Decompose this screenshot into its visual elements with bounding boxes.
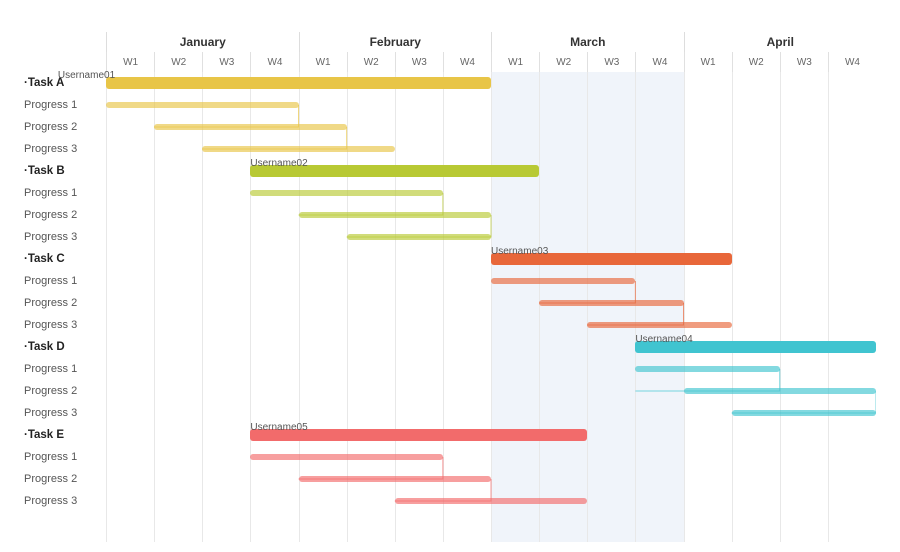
row-label: Progress 2	[24, 204, 106, 226]
gantt-bar	[635, 366, 779, 372]
data-row	[106, 402, 876, 424]
data-row: Username01	[106, 72, 876, 94]
gantt-bar	[250, 454, 443, 460]
row-label: Progress 1	[24, 446, 106, 468]
row-label: Progress 2	[24, 468, 106, 490]
data-row	[106, 138, 876, 160]
week-header: W1	[684, 52, 732, 72]
week-header: W4	[250, 52, 298, 72]
week-header: W1	[491, 52, 539, 72]
gantt-bar	[684, 388, 877, 394]
row-label: Progress 3	[24, 138, 106, 160]
data-row	[106, 292, 876, 314]
data-row	[106, 358, 876, 380]
bar-label: Username05	[250, 422, 307, 433]
data-row	[106, 446, 876, 468]
week-header: W4	[635, 52, 683, 72]
chart-container: ·Task AProgress 1Progress 2Progress 3·Ta…	[24, 32, 876, 542]
data-row: Username04	[106, 336, 876, 358]
row-label: Progress 3	[24, 402, 106, 424]
week-header: W2	[154, 52, 202, 72]
row-labels: ·Task AProgress 1Progress 2Progress 3·Ta…	[24, 32, 106, 542]
header-area: JanuaryFebruaryMarchApril W1W2W3W4W1W2W3…	[106, 32, 876, 72]
gantt-bar	[299, 212, 492, 218]
bar-label: Username01	[58, 70, 115, 81]
bar-label: Username04	[635, 334, 692, 345]
row-label: Progress 1	[24, 358, 106, 380]
row-label: ·Task E	[24, 424, 106, 446]
gantt-bar	[732, 410, 876, 416]
data-row	[106, 94, 876, 116]
data-row	[106, 204, 876, 226]
week-header: W3	[587, 52, 635, 72]
row-label: Progress 2	[24, 292, 106, 314]
row-label: ·Task B	[24, 160, 106, 182]
week-header: W2	[539, 52, 587, 72]
data-row	[106, 270, 876, 292]
month-header: April	[684, 32, 877, 52]
gantt-bar	[154, 124, 347, 130]
data-row	[106, 116, 876, 138]
week-header: W3	[202, 52, 250, 72]
gantt-bar	[299, 476, 492, 482]
gantt-bar	[347, 234, 491, 240]
week-header: W3	[780, 52, 828, 72]
bar-label: Username02	[250, 158, 307, 169]
row-label: ·Task D	[24, 336, 106, 358]
data-row	[106, 182, 876, 204]
gantt-bar	[106, 102, 299, 108]
week-header: W2	[347, 52, 395, 72]
month-header: March	[491, 32, 684, 52]
row-label: Progress 3	[24, 314, 106, 336]
gantt-bar	[395, 498, 588, 504]
month-header: January	[106, 32, 299, 52]
data-row	[106, 314, 876, 336]
data-row	[106, 468, 876, 490]
gantt-bar	[106, 77, 491, 89]
week-header: W1	[299, 52, 347, 72]
grid-area: JanuaryFebruaryMarchApril W1W2W3W4W1W2W3…	[106, 32, 876, 542]
row-label: Progress 3	[24, 226, 106, 248]
week-header: W4	[828, 52, 876, 72]
row-label: Progress 3	[24, 490, 106, 512]
row-label: Progress 2	[24, 116, 106, 138]
row-label: Progress 1	[24, 270, 106, 292]
gantt-bar	[491, 278, 635, 284]
data-row: Username05	[106, 424, 876, 446]
week-header: W2	[732, 52, 780, 72]
data-row: Username03	[106, 248, 876, 270]
gantt-bar	[539, 300, 683, 306]
week-header: W3	[395, 52, 443, 72]
data-row	[106, 490, 876, 512]
week-header: W4	[443, 52, 491, 72]
data-row	[106, 226, 876, 248]
bar-label: Username03	[491, 246, 548, 257]
row-label: Progress 1	[24, 94, 106, 116]
rows-area: Username01 Username02 Username03 Username04…	[106, 72, 876, 542]
gantt-bar	[587, 322, 731, 328]
row-label: Progress 1	[24, 182, 106, 204]
week-header: W1	[106, 52, 154, 72]
data-row: Username02	[106, 160, 876, 182]
gantt-bar	[250, 190, 443, 196]
data-row	[106, 380, 876, 402]
row-label: Progress 2	[24, 380, 106, 402]
month-header: February	[299, 32, 492, 52]
gantt-bar	[202, 146, 395, 152]
row-label: ·Task C	[24, 248, 106, 270]
